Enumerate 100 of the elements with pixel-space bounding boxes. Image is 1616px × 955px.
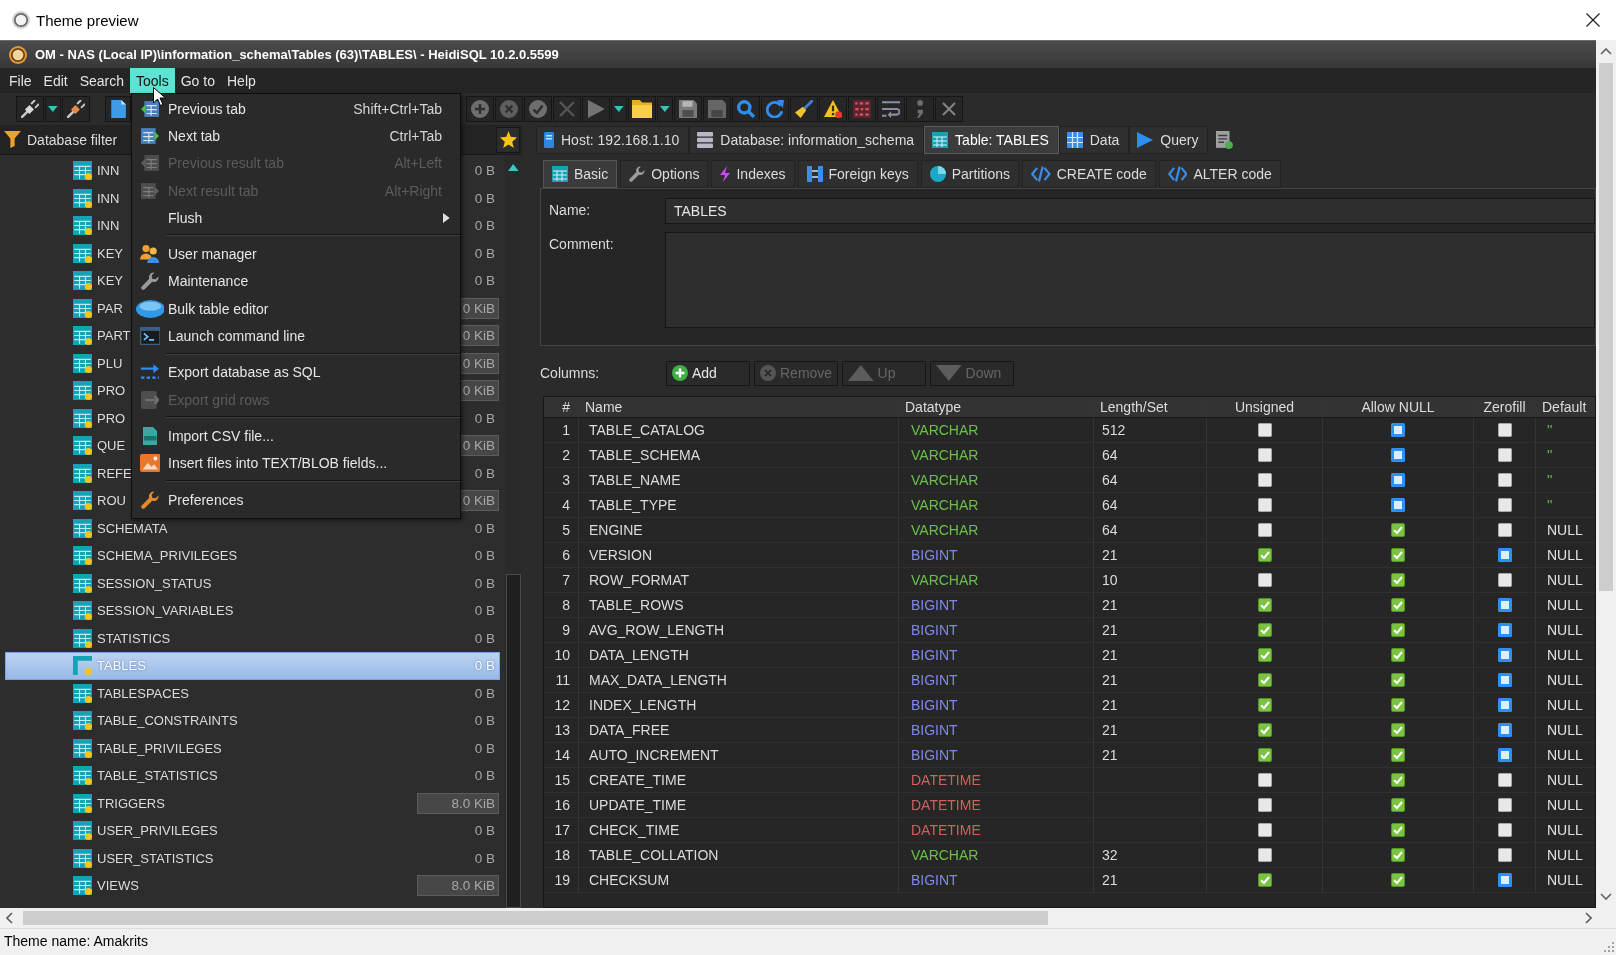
menu-item[interactable]: Tools — [130, 68, 175, 93]
checkbox[interactable] — [1257, 723, 1272, 737]
menu-entry[interactable]: Launch command line — [132, 322, 460, 350]
checkbox[interactable] — [1497, 873, 1512, 887]
checkbox[interactable] — [1391, 548, 1405, 562]
toolbar-button[interactable] — [657, 96, 673, 122]
column-header[interactable]: Default — [1536, 397, 1595, 417]
scrollbar-thumb[interactable] — [1599, 63, 1613, 591]
checkbox[interactable] — [1497, 648, 1512, 662]
column-header[interactable]: Allow NULL — [1323, 397, 1474, 417]
tree-item[interactable]: PRO — [97, 410, 126, 426]
tree-item[interactable]: TABLE_CONSTRAINTS — [97, 713, 238, 729]
menu-item[interactable]: Search — [73, 68, 131, 93]
column-header[interactable]: Name — [579, 397, 899, 417]
column-header[interactable]: Zerofill — [1474, 397, 1536, 417]
tree-item[interactable]: TABLESPACES — [97, 685, 189, 701]
tree-item[interactable]: TABLE_STATISTICS — [97, 768, 218, 784]
checkbox[interactable] — [1257, 623, 1272, 637]
column-header[interactable]: Unsigned — [1207, 397, 1323, 417]
menu-entry[interactable]: Flush — [132, 204, 460, 232]
checkbox[interactable] — [1391, 423, 1405, 437]
tree-item[interactable]: PART — [97, 328, 131, 344]
checkbox[interactable] — [1391, 498, 1405, 512]
menu-entry[interactable]: Next tab Ctrl+Tab — [132, 122, 460, 150]
tree-item[interactable]: SESSION_STATUS — [97, 575, 212, 591]
close-icon[interactable] — [1586, 13, 1600, 27]
checkbox[interactable] — [1257, 698, 1272, 712]
tab[interactable]: Indexes — [711, 160, 795, 188]
tree-item[interactable]: SESSION_VARIABLES — [97, 603, 234, 619]
checkbox[interactable] — [1391, 748, 1405, 762]
toolbar-button[interactable] — [611, 96, 627, 122]
checkbox[interactable] — [1391, 848, 1405, 862]
tree-item[interactable]: VIEWS — [97, 878, 139, 894]
tree-item[interactable]: QUE — [97, 438, 126, 454]
toolbar-button[interactable] — [45, 96, 61, 122]
checkbox[interactable] — [1391, 473, 1405, 487]
checkbox[interactable] — [1497, 698, 1512, 712]
tree-item[interactable]: KEY — [97, 245, 123, 261]
tab[interactable]: Host: 192.168.1.10 — [536, 126, 690, 154]
tree-item[interactable]: INN — [97, 190, 120, 206]
add-button[interactable]: Add — [666, 360, 750, 386]
menu-entry[interactable]: Import CSV file... — [132, 422, 460, 450]
checkbox[interactable] — [1391, 873, 1405, 887]
scroll-left-icon[interactable] — [6, 912, 13, 924]
comment-field[interactable] — [665, 232, 1595, 328]
tab[interactable]: Data — [1058, 126, 1130, 154]
menu-item[interactable]: File — [3, 68, 38, 93]
checkbox[interactable] — [1391, 648, 1405, 662]
checkbox[interactable] — [1257, 548, 1272, 562]
tree-item[interactable]: STATISTICS — [97, 630, 171, 646]
menu-entry[interactable]: Insert files into TEXT/BLOB fields... — [132, 449, 460, 477]
document-icon[interactable] — [1216, 131, 1234, 149]
menu-item[interactable]: Go to — [174, 68, 221, 93]
tree-item[interactable]: PLU — [97, 355, 123, 371]
scroll-right-icon[interactable] — [1585, 912, 1592, 924]
tree-item[interactable]: PRO — [97, 383, 126, 399]
menu-entry[interactable]: Maintenance — [132, 267, 460, 296]
menu-entry[interactable]: Previous tab Shift+Ctrl+Tab — [132, 95, 460, 123]
column-header[interactable]: Length/Set — [1094, 397, 1207, 417]
column-header[interactable]: # — [544, 397, 579, 417]
tree-item[interactable]: TRIGGERS — [97, 795, 165, 811]
tree-item[interactable]: SCHEMA_PRIVILEGES — [97, 548, 238, 564]
checkbox[interactable] — [1391, 698, 1405, 712]
checkbox[interactable] — [1391, 823, 1405, 837]
menu-entry[interactable]: Bulk table editor — [132, 295, 460, 323]
checkbox[interactable] — [1391, 523, 1405, 537]
toolbar-button[interactable] — [761, 96, 789, 122]
checkbox[interactable] — [1391, 448, 1405, 462]
checkbox[interactable] — [1497, 623, 1512, 637]
favorites-button[interactable] — [496, 126, 520, 153]
scrollbar-thumb[interactable] — [506, 574, 521, 908]
scroll-up-icon[interactable] — [1600, 48, 1612, 55]
tree-item[interactable]: USER_PRIVILEGES — [97, 823, 218, 839]
checkbox[interactable] — [1391, 798, 1405, 812]
tree-item[interactable]: KEY — [97, 273, 123, 289]
checkbox[interactable] — [1257, 748, 1272, 762]
tab[interactable]: Foreign keys — [797, 160, 918, 188]
scrollbar-thumb[interactable] — [23, 911, 1048, 925]
toolbar-button[interactable] — [732, 96, 760, 122]
toolbar-button[interactable] — [819, 96, 847, 122]
toolbar-button[interactable] — [105, 96, 131, 122]
checkbox[interactable] — [1391, 573, 1405, 587]
tree-item[interactable]: INN — [97, 218, 120, 234]
tab[interactable]: Query — [1129, 126, 1209, 154]
scroll-down-icon[interactable] — [1600, 893, 1612, 900]
checkbox[interactable] — [1257, 598, 1272, 612]
column-header[interactable]: Datatype — [899, 397, 1094, 417]
checkbox[interactable] — [1497, 748, 1512, 762]
tree-item[interactable]: INN — [97, 163, 120, 179]
toolbar-button[interactable] — [16, 96, 44, 122]
toolbar-button[interactable] — [62, 96, 90, 122]
checkbox[interactable] — [1497, 723, 1512, 737]
menu-entry[interactable]: User manager — [132, 240, 460, 268]
checkbox[interactable] — [1497, 548, 1512, 562]
scroll-up-icon[interactable] — [508, 164, 519, 171]
toolbar-button[interactable] — [790, 96, 818, 122]
toolbar-button[interactable] — [877, 96, 905, 122]
tab[interactable]: Basic — [543, 160, 618, 188]
tree-item[interactable]: USER_STATISTICS — [97, 850, 214, 866]
checkbox[interactable] — [1257, 873, 1272, 887]
